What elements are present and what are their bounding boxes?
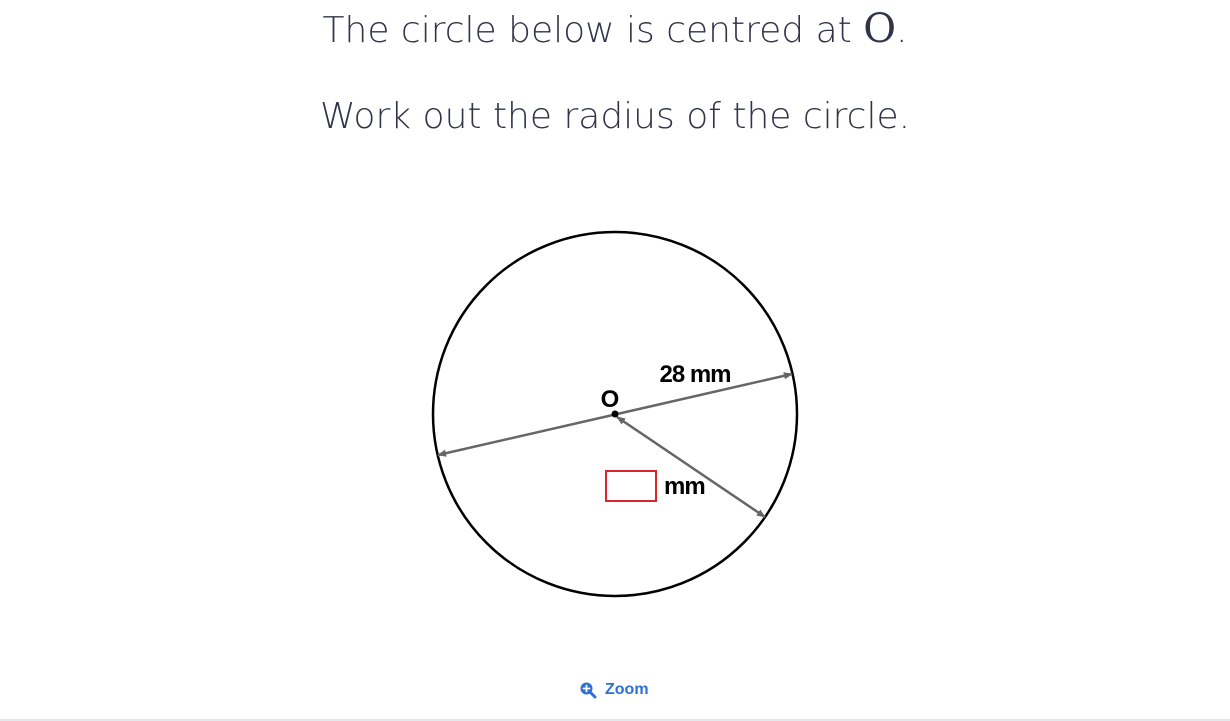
radius-unit-label: mm [664,473,705,500]
zoom-in-icon [580,682,597,699]
circle-diagram: O 28 mm mm [431,230,799,598]
zoom-button[interactable]: Zoom [579,681,649,699]
radius-answer-box[interactable] [605,470,657,502]
diameter-label: 28 mm [659,361,730,388]
zoom-label: Zoom [605,681,649,698]
centre-label: O [601,386,620,413]
